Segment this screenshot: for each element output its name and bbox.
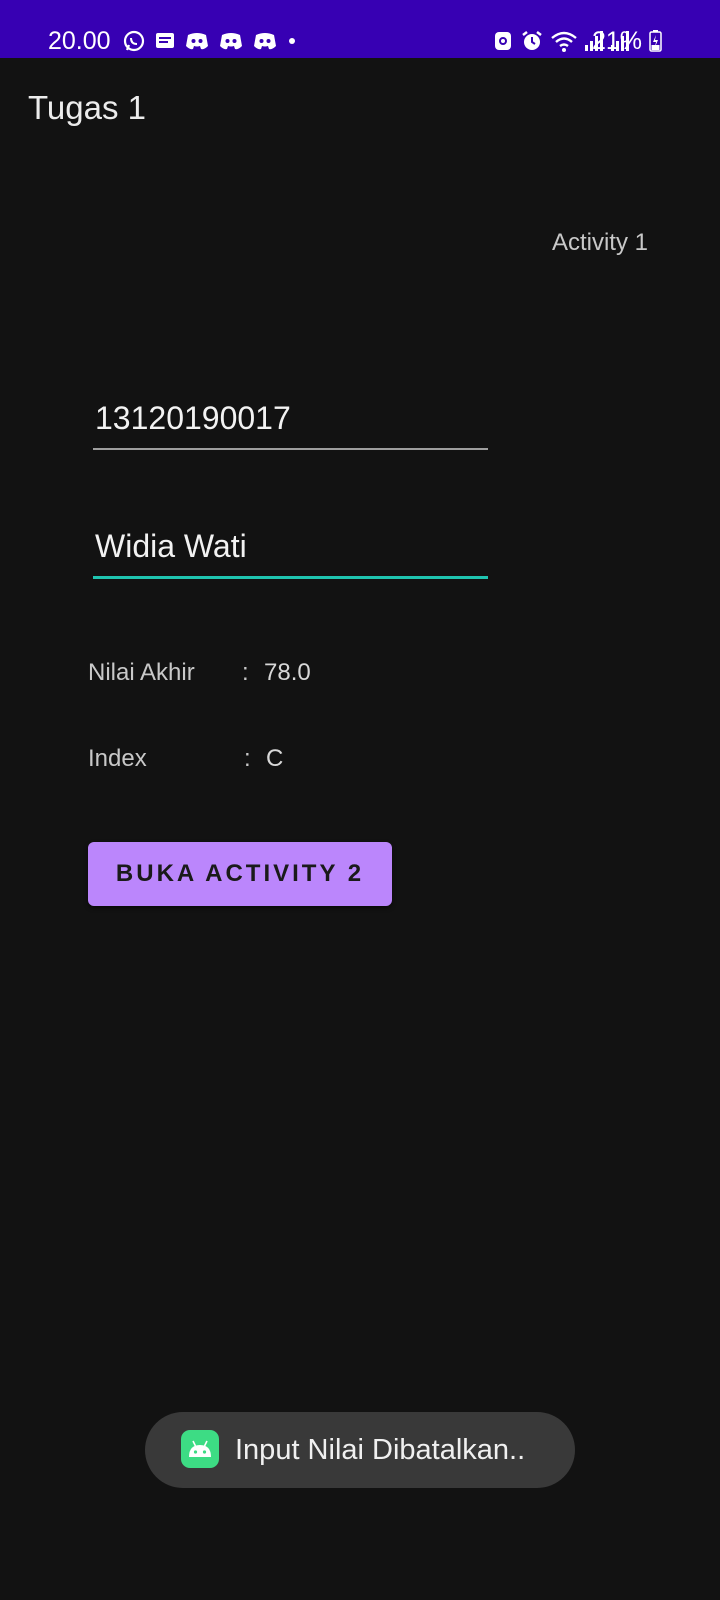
nama-underline — [93, 576, 488, 579]
index-separator: : — [244, 745, 251, 772]
screen: 20.00 21% Tugas 1 Activity 1 13120190017… — [0, 0, 720, 1600]
activity-label: Activity 1 — [551, 229, 648, 256]
discord-icon — [220, 33, 242, 50]
status-time: 20.00 — [48, 27, 111, 55]
nilai-akhir-separator: : — [242, 659, 249, 686]
battery-charging-icon — [649, 30, 662, 52]
nim-field — [93, 396, 488, 450]
nim-underline — [93, 448, 488, 450]
nim-input[interactable] — [93, 396, 488, 440]
discord-icon — [186, 33, 208, 50]
battery-percent: 21% — [591, 27, 642, 55]
whatsapp-icon — [123, 30, 145, 52]
toast-message: Input Nilai Dibatalkan.. — [235, 1434, 526, 1466]
status-bar: 20.00 21% — [0, 0, 720, 58]
wifi-icon — [551, 31, 577, 52]
android-icon — [181, 1430, 219, 1468]
toast: Input Nilai Dibatalkan.. — [145, 1412, 575, 1488]
alarm-icon — [522, 31, 542, 50]
nfc-icon — [495, 32, 511, 50]
app-title: Tugas 1 — [28, 89, 147, 126]
index-label: Index — [88, 745, 147, 772]
discord-icon — [254, 33, 276, 50]
nilai-akhir-label: Nilai Akhir — [88, 659, 195, 686]
open-activity-2-button[interactable]: BUKA ACTIVITY 2 — [88, 842, 392, 906]
notification-icons — [122, 27, 298, 55]
index-value: C — [266, 745, 284, 772]
nama-input[interactable] — [93, 524, 488, 568]
dot-icon — [289, 38, 295, 44]
nilai-akhir-value: 78.0 — [264, 659, 311, 686]
nama-field — [93, 524, 488, 579]
message-icon — [156, 33, 174, 48]
